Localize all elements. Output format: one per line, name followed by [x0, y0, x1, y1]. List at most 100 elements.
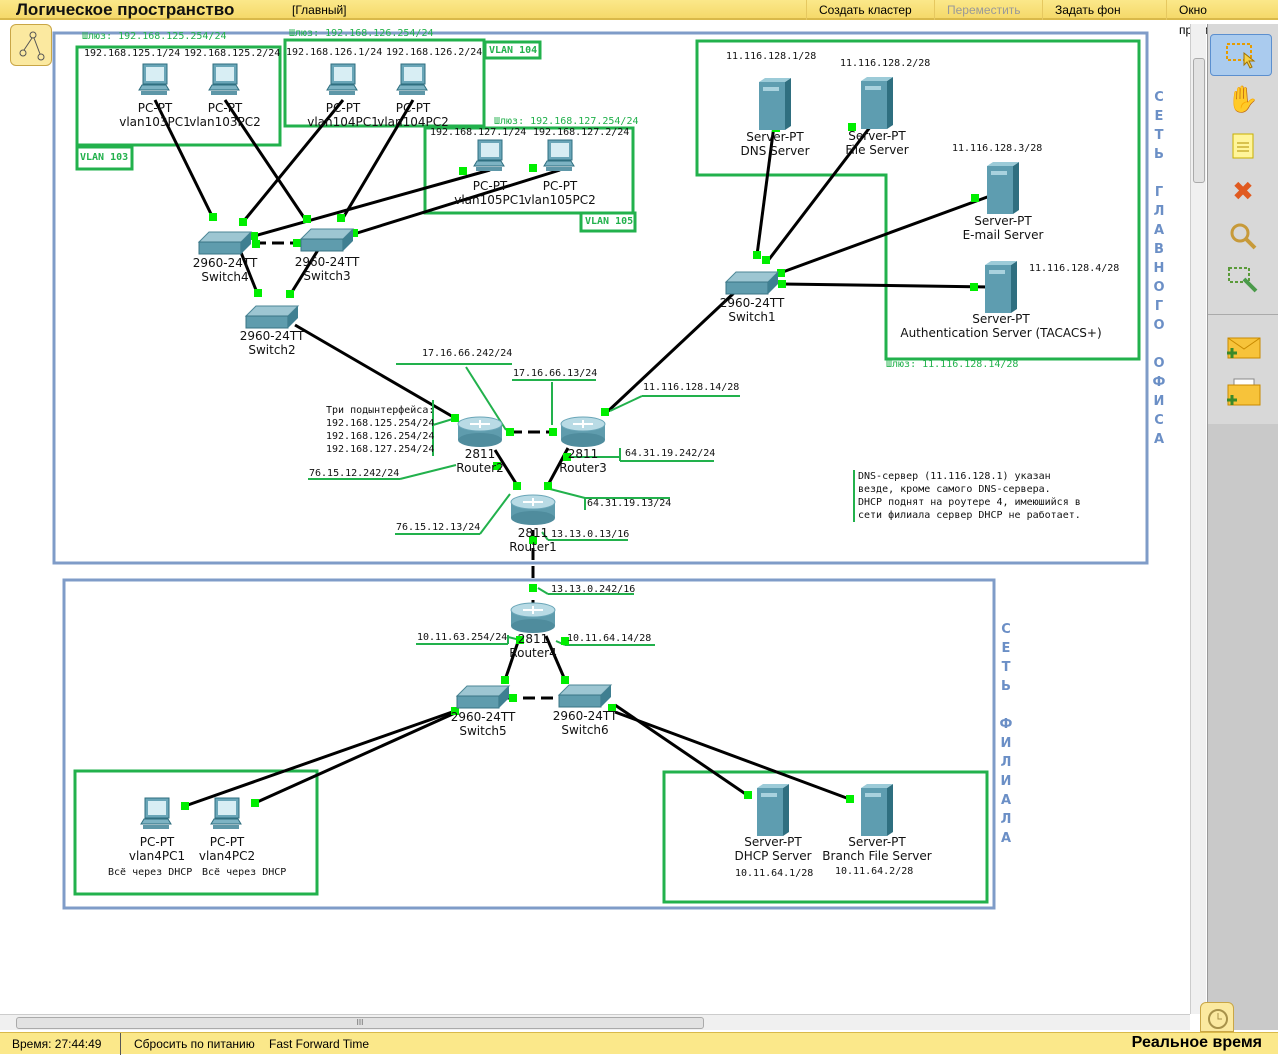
- workspace-title: Логическое пространство: [16, 0, 235, 19]
- fast-forward-button[interactable]: Fast Forward Time: [269, 1037, 369, 1051]
- network-canvas[interactable]: PC-PT vlan103PC1 PC-PT vlan103PC2 PC-PT vlan1…: [0, 22, 1190, 1012]
- Switch1-switch-icon: [724, 271, 780, 295]
- root-level-tag[interactable]: [Главный]: [292, 3, 347, 17]
- add-simple-pdu-icon[interactable]: [1216, 330, 1270, 366]
- device-name-label[interactable]: vlan4PC2: [199, 849, 255, 863]
- subinterface-label: 192.168.125.254/24: [326, 418, 435, 429]
- device-name-label[interactable]: Switch2: [248, 343, 295, 357]
- device-name-label[interactable]: Router1: [509, 540, 556, 554]
- device-name-label[interactable]: File Server: [845, 143, 908, 157]
- subinterface-label: Три подынтерфейса:: [326, 405, 435, 416]
- link-status-light: [762, 256, 770, 264]
- main-office-network-label: Г: [1154, 185, 1164, 200]
- device-model-label: 2960-24TT: [239, 329, 305, 343]
- status-bar: Время: 27:44:49 Сбросить по питанию Fast…: [0, 1032, 1278, 1055]
- gateway-label: Шлюз: 192.168.125.254/24: [82, 31, 227, 42]
- info-note: DNS-сервер (11.116.128.1) указан везде, …: [858, 471, 1081, 521]
- device-name-label[interactable]: E-mail Server: [963, 228, 1044, 242]
- link-status-light: [529, 584, 537, 592]
- set-background-button[interactable]: Задать фон: [1042, 0, 1166, 20]
- link-status-light: [239, 218, 247, 226]
- power-cycle-button[interactable]: Сбросить по питанию: [134, 1037, 255, 1051]
- vertical-scroll-thumb[interactable]: [1193, 58, 1205, 183]
- link-status-light: [501, 676, 509, 684]
- link-status-light: [209, 213, 217, 221]
- device-name-label[interactable]: DNS Server: [741, 144, 810, 158]
- vlan105PC2-pc-icon: [543, 139, 575, 171]
- vertical-scrollbar[interactable]: [1190, 24, 1206, 1014]
- main-office-network-label: А: [1153, 223, 1165, 238]
- link-cable: [254, 711, 456, 805]
- device-name-label[interactable]: vlan4PC1: [129, 849, 185, 863]
- device-name-label[interactable]: Authentication Server (TACACS+): [900, 326, 1101, 340]
- device-model-label: 2960-24TT: [450, 710, 516, 724]
- device-name-label[interactable]: Switch3: [303, 269, 350, 283]
- delete-tool-icon[interactable]: ✖: [1216, 174, 1270, 210]
- main-office-network-label: О: [1153, 280, 1165, 295]
- ip-address-label: 192.168.127.2/24: [533, 127, 630, 138]
- device-name-label[interactable]: Switch6: [561, 723, 608, 737]
- resize-tool-icon[interactable]: [1216, 262, 1270, 298]
- vlan103PC1-pc-icon: [138, 63, 170, 95]
- device-model-label: Server-PT: [848, 129, 906, 143]
- device-name-label[interactable]: Router3: [559, 461, 606, 475]
- File-server-icon: [861, 77, 893, 129]
- realtime-clock-icon[interactable]: [1200, 1002, 1234, 1032]
- branch-network-label: Е: [1001, 641, 1011, 656]
- main-office-network-label: О: [1153, 318, 1165, 333]
- link-status-light: [506, 428, 514, 436]
- device-name-label[interactable]: Switch4: [201, 270, 248, 284]
- device-name-label[interactable]: vlan105PC2: [524, 193, 596, 207]
- realtime-mode-tab[interactable]: Реальное время: [1132, 1034, 1262, 1052]
- device-name-label[interactable]: Router4: [509, 646, 556, 660]
- link-status-light: [459, 167, 467, 175]
- device-name-label[interactable]: Router2: [456, 461, 503, 475]
- branch-network-label: Л: [1000, 812, 1012, 827]
- DHCP-server-icon: [757, 784, 789, 836]
- gateway-label: Шлюз: 11.116.128.14/28: [886, 359, 1019, 370]
- ip-address-label: 76.15.12.13/24: [396, 522, 481, 533]
- vlan-label: VLAN 103: [80, 152, 129, 163]
- device-name-label[interactable]: Switch1: [728, 310, 775, 324]
- link-status-light: [286, 290, 294, 298]
- device-name-label[interactable]: DHCP Server: [734, 849, 811, 863]
- device-model-label: 2811: [464, 447, 496, 461]
- create-cluster-button[interactable]: Создать кластер: [806, 0, 934, 20]
- note-tool-icon[interactable]: [1216, 128, 1270, 164]
- device-model-label: 2960-24TT: [192, 256, 258, 270]
- branch-network-label: И: [1000, 774, 1012, 789]
- main-office-network-label: С: [1154, 90, 1164, 105]
- ip-address-label: 13.13.0.242/16: [551, 584, 636, 595]
- device-model-label: PC-PT: [139, 835, 175, 849]
- gateway-label: Шлюз: 192.168.126.254/24: [289, 28, 434, 39]
- Router2-router-icon: [457, 416, 503, 447]
- link-status-light: [601, 408, 609, 416]
- Router1-router-icon: [510, 494, 556, 525]
- add-complex-pdu-icon[interactable]: [1216, 374, 1270, 410]
- device-name-label[interactable]: vlan104PC1: [307, 115, 379, 129]
- device-model-label: PC-PT: [137, 101, 173, 115]
- main-office-network-label: О: [1153, 356, 1165, 371]
- horizontal-scroll-thumb[interactable]: III: [16, 1017, 704, 1029]
- link-status-light: [181, 802, 189, 810]
- link-status-light: [777, 269, 785, 277]
- branch-network-label: Т: [1001, 660, 1011, 675]
- viewport-button[interactable]: Окно просмотра: [1166, 0, 1278, 37]
- move-button[interactable]: Переместить: [934, 0, 1042, 20]
- Switch6-switch-icon: [557, 684, 613, 708]
- select-tool-icon[interactable]: [1210, 34, 1272, 76]
- ip-address-label: 64.31.19.242/24: [625, 448, 716, 459]
- device-name-label[interactable]: Switch5: [459, 724, 506, 738]
- link-status-light: [529, 164, 537, 172]
- hand-tool-icon[interactable]: ✋: [1216, 82, 1270, 118]
- zoom-tool-icon[interactable]: [1216, 218, 1270, 254]
- vlan104PC1-pc-icon: [326, 63, 358, 95]
- link-status-light: [252, 240, 260, 248]
- device-name-label[interactable]: vlan103PC2: [189, 115, 261, 129]
- device-name-label[interactable]: vlan105PC1: [454, 193, 526, 207]
- device-name-label[interactable]: Branch File Server: [822, 849, 931, 863]
- simulation-time: Время: 27:44:49: [12, 1037, 102, 1051]
- ip-address-label: 11.116.128.2/28: [840, 58, 931, 69]
- horizontal-scrollbar[interactable]: III: [0, 1014, 1190, 1030]
- device-name-label[interactable]: vlan103PC1: [119, 115, 191, 129]
